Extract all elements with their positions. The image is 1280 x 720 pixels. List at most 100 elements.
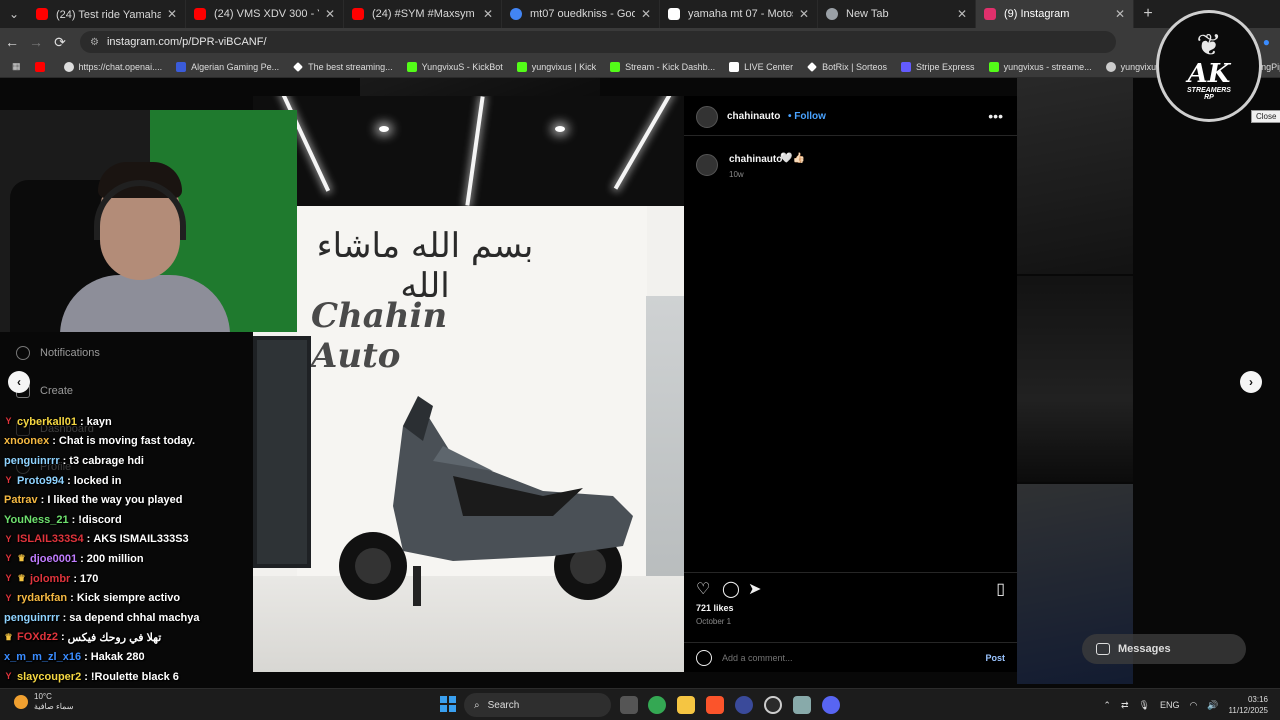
reload-icon[interactable]: ⟳ [48, 34, 72, 51]
task-view-icon[interactable] [620, 696, 638, 714]
chat-message: Ycyberkall01: kayn [5, 415, 112, 428]
bookmark-5[interactable]: yungvixus | Kick [511, 61, 602, 72]
tab-5[interactable]: New Tab ✕ [818, 0, 976, 28]
save-bookmark-icon[interactable]: ▯ [996, 579, 1005, 599]
close-tab-icon[interactable]: ✕ [167, 7, 177, 21]
clock[interactable]: 03:16 11/12/2025 [1229, 694, 1268, 716]
tab-3[interactable]: mt07 ouedkniss - Google Searc ✕ [502, 0, 660, 28]
tab-0[interactable]: (24) Test ride Yamaha mt 07 بعد ✕ [28, 0, 186, 28]
like-heart-icon[interactable]: ♡ [696, 579, 710, 599]
brave-icon[interactable] [706, 696, 724, 714]
bookmark-0[interactable] [29, 61, 56, 72]
tab-search-icon[interactable]: ⌄ [0, 0, 28, 28]
chevron-up-icon[interactable]: ⌃ [1103, 700, 1111, 711]
taskbar-search[interactable]: ⌕ Search [464, 693, 611, 717]
bookmark-8[interactable]: BotRix | Sorteos [801, 62, 893, 72]
apps-icon[interactable]: ▦ [6, 61, 27, 72]
badge-icon: Y [5, 592, 12, 603]
close-tab-icon[interactable]: ✕ [325, 7, 335, 21]
tab-1[interactable]: (24) VMS XDV 300 - YouTube ✕ [186, 0, 344, 28]
new-tab-button[interactable]: + [1134, 5, 1162, 23]
chat-text: locked in [73, 474, 122, 487]
post-header: chahinauto • Follow ••• [684, 96, 1017, 136]
post-image[interactable]: بسم الله ماشاء الله Chahin Auto [253, 96, 684, 672]
volume-icon[interactable]: 🔊 [1207, 700, 1218, 711]
windows-start-icon[interactable] [440, 696, 456, 712]
tiktok-icon [729, 61, 740, 72]
caption-username[interactable]: chahinauto [729, 154, 782, 165]
tab-2[interactable]: (24) #SYM #Maxsym #TI500 #Y ✕ [344, 0, 502, 28]
caption-avatar[interactable] [696, 154, 718, 176]
clock-time: 03:16 [1247, 695, 1268, 704]
bookmark-10[interactable]: yungvixus - streame... [983, 61, 1098, 72]
post-comment-button[interactable]: Post [985, 653, 1005, 663]
url-input[interactable]: ⚙ instagram.com/p/DPR-viBCANF/ [80, 31, 1116, 53]
chat-user: xnoonex [4, 435, 50, 448]
forward-icon[interactable]: → [24, 34, 48, 50]
tab-title: New Tab [846, 8, 889, 20]
bookmark-4[interactable]: YungvixuS - KickBot [401, 61, 509, 72]
weather-widget[interactable]: 10°C سماء صافية [14, 692, 74, 712]
bookmark-label: yungvixus | Kick [531, 61, 597, 72]
more-options-icon[interactable]: ••• [988, 108, 1003, 124]
openai-icon [63, 61, 74, 72]
previous-post-button[interactable]: ‹ [8, 371, 30, 393]
bookmark-6[interactable]: Stream - Kick Dashb... [604, 61, 721, 72]
network-icon[interactable]: ⇄ [1121, 700, 1129, 711]
chat-message: Y ISLAIL333S4: AKS ISMAIL333S3 [5, 533, 189, 546]
close-tab-icon[interactable]: ✕ [957, 7, 967, 21]
site-info-icon[interactable]: ⚙ [90, 37, 99, 48]
mic-icon[interactable]: 🎙 [1139, 700, 1150, 711]
app-icon[interactable] [735, 696, 753, 714]
bookmark-9[interactable]: Stripe Express [895, 61, 981, 72]
streamlabs-icon[interactable] [764, 696, 782, 714]
tab-6[interactable]: (9) Instagram ✕ [976, 0, 1134, 28]
chrome-icon [826, 8, 838, 20]
url-text: instagram.com/p/DPR-viBCANF/ [106, 36, 267, 48]
likes-count[interactable]: 721 likes [696, 603, 734, 613]
caption-time: 10w [729, 170, 744, 179]
youtube-icon [34, 61, 45, 72]
wifi-icon[interactable]: ◠ [1189, 700, 1197, 711]
follow-label: Follow [794, 111, 826, 122]
messages-button[interactable]: Messages [1082, 634, 1246, 664]
file-explorer-icon[interactable] [677, 696, 695, 714]
caption-emoji: 🤍👍🏻 [780, 153, 805, 164]
bookmark-1[interactable]: https://chat.openai.... [58, 61, 169, 72]
chrome-icon[interactable] [648, 696, 666, 714]
bookmark-label: Stream - Kick Dashb... [625, 61, 716, 72]
comment-input[interactable] [722, 652, 986, 663]
bookmark-3[interactable]: The best streaming... [287, 62, 399, 72]
comment-icon[interactable]: ◯ [722, 579, 740, 599]
diamond-icon [293, 61, 304, 72]
next-post-button[interactable]: › [1240, 371, 1262, 393]
post-username[interactable]: chahinauto [727, 111, 780, 122]
close-tab-icon[interactable]: ✕ [1115, 7, 1125, 21]
follow-button[interactable]: • Follow [788, 111, 826, 122]
emoji-icon[interactable] [696, 649, 712, 666]
page-icon [668, 8, 680, 20]
language-indicator[interactable]: ENG [1160, 700, 1180, 710]
bookmark-7[interactable]: LIVE Center [723, 61, 799, 72]
chat-user: jolombr [30, 572, 71, 585]
close-tab-icon[interactable]: ✕ [799, 7, 809, 21]
youtube-icon [352, 8, 364, 20]
search-label: Search [487, 699, 520, 711]
chat-user: slaycouper2 [17, 670, 82, 683]
bookmark-2[interactable]: Algerian Gaming Pe... [170, 61, 285, 72]
chat-message: penguinrrr: t3 cabrage hdi [4, 454, 144, 467]
tab-4[interactable]: yamaha mt 07 - Motos & Scoo ✕ [660, 0, 818, 28]
share-icon[interactable]: ➤ [748, 579, 761, 599]
badge-icon: Y [5, 553, 12, 564]
close-tab-icon[interactable]: ✕ [641, 7, 651, 21]
discord-icon[interactable] [822, 696, 840, 714]
settings-icon[interactable] [793, 696, 811, 714]
close-tab-icon[interactable]: ✕ [483, 7, 493, 21]
menu-notifications[interactable]: Notifications [16, 346, 100, 360]
post-date: October 1 [696, 617, 732, 626]
webcam-feed [0, 110, 297, 332]
kickbot-icon [406, 61, 417, 72]
back-icon[interactable]: ← [0, 34, 24, 50]
avatar[interactable] [696, 106, 718, 128]
extension-icon[interactable]: ● [1263, 35, 1270, 49]
